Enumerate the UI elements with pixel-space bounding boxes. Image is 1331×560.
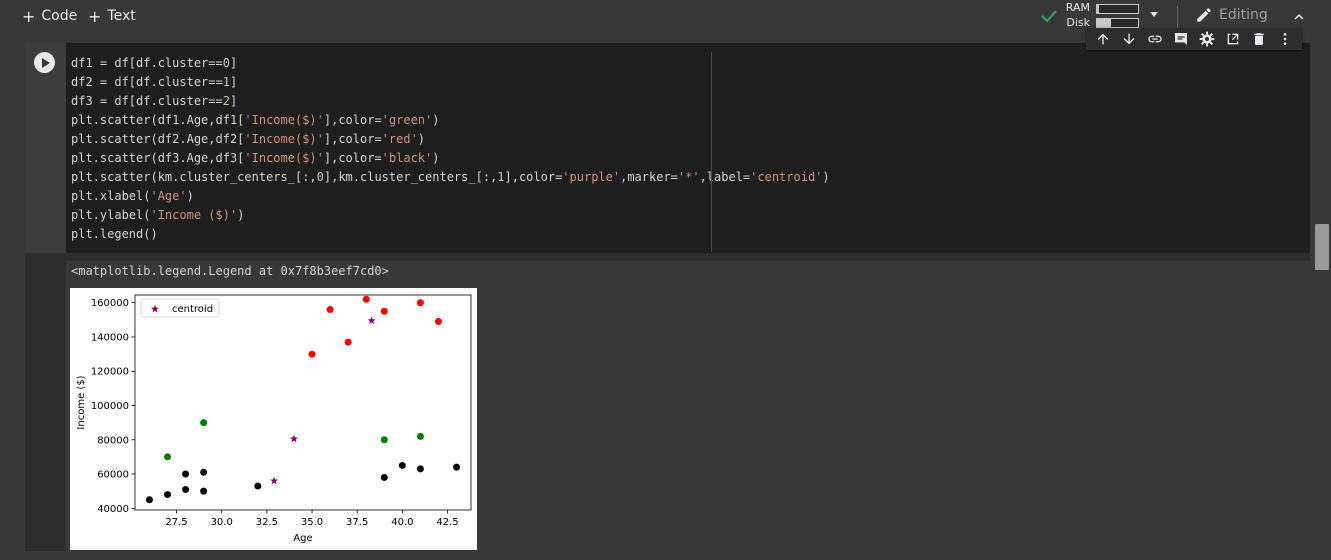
x-tick-label: 42.5 (436, 517, 458, 528)
data-point (453, 463, 461, 471)
more-options-icon[interactable] (1276, 30, 1294, 48)
gear-icon[interactable] (1198, 30, 1216, 48)
code-text[interactable]: df1 = df[df.cluster==0] df2 = df[df.clust… (71, 54, 830, 244)
code-editor[interactable]: df1 = df[df.cluster==0] df2 = df[df.clust… (66, 43, 1310, 253)
add-code-button[interactable]: + Code (22, 5, 77, 27)
data-point (380, 307, 388, 315)
y-tick-label: 160000 (91, 298, 129, 309)
x-axis-label: Age (293, 533, 312, 544)
resources-dropdown-icon[interactable] (1150, 12, 1158, 17)
vertical-scrollbar[interactable] (1313, 34, 1331, 560)
data-point (344, 338, 352, 346)
mirror-cell-icon[interactable] (1224, 30, 1242, 48)
y-tick-label: 40000 (97, 504, 129, 515)
connected-check-icon (1041, 10, 1057, 23)
code-line: df2 = df[df.cluster==1] (71, 75, 238, 89)
y-tick-label: 60000 (97, 470, 129, 481)
add-text-label: Text (107, 8, 136, 24)
code-line: plt.scatter(df3.Age,df3['Income($)'],col… (71, 151, 440, 165)
code-line: plt.ylabel('Income ($)') (71, 208, 245, 222)
data-point (416, 299, 424, 307)
y-tick-label: 80000 (97, 435, 129, 446)
code-line: plt.legend() (71, 227, 158, 241)
x-tick-label: 32.5 (256, 517, 278, 528)
x-tick-label: 35.0 (301, 517, 323, 528)
move-down-icon[interactable] (1120, 30, 1138, 48)
y-tick-label: 140000 (91, 332, 129, 343)
data-point (182, 470, 190, 478)
y-axis-label: Income ($) (76, 375, 87, 429)
editing-mode-button[interactable]: Editing (1195, 6, 1268, 24)
divider (1177, 6, 1178, 28)
cell-gutter (25, 43, 66, 253)
data-point (200, 487, 208, 495)
y-tick-label: 120000 (91, 367, 129, 378)
plus-icon: + (88, 6, 102, 26)
disk-usage-bar (1096, 18, 1139, 28)
link-icon[interactable] (1146, 30, 1164, 48)
code-line: plt.scatter(df2.Age,df2['Income($)'],col… (71, 132, 426, 146)
legend-label: centroid (172, 304, 213, 315)
data-point (380, 473, 388, 481)
code-line: plt.scatter(df1.Age,df1['Income($)'],col… (71, 113, 440, 127)
code-line: plt.xlabel('Age') (71, 189, 194, 203)
data-point (254, 482, 262, 490)
data-point (326, 306, 334, 314)
editing-label: Editing (1219, 7, 1268, 23)
cell-toolbar (1086, 28, 1302, 50)
notebook-area: df1 = df[df.cluster==0] df2 = df[df.clust… (0, 28, 1331, 560)
code-line: df1 = df[df.cluster==0] (71, 56, 238, 70)
x-tick-label: 30.0 (211, 517, 233, 528)
add-text-button[interactable]: + Text (88, 5, 136, 27)
x-tick-label: 40.0 (391, 517, 413, 528)
ram-usage-bar (1096, 4, 1139, 14)
scrollbar-thumb[interactable] (1315, 224, 1329, 270)
run-cell-button[interactable] (34, 52, 55, 73)
x-tick-label: 37.5 (346, 517, 368, 528)
data-point (398, 461, 406, 469)
output-text: <matplotlib.legend.Legend at 0x7f8b3eef7… (71, 264, 389, 278)
cell-output: <matplotlib.legend.Legend at 0x7f8b3eef7… (66, 261, 1310, 551)
scatter-chart: 27.5 30.0 32.5 35.0 37.5 40.0 42.5 40000 60000 80… (76, 294, 472, 544)
data-point (416, 432, 424, 440)
line-length-ruler (711, 52, 712, 252)
data-point (308, 350, 316, 358)
data-point (182, 485, 190, 493)
data-point (164, 491, 172, 499)
scatter-plot: 27.5 30.0 32.5 35.0 37.5 40.0 42.5 40000 60000 80… (70, 288, 477, 550)
code-line: df3 = df[df.cluster==2] (71, 94, 238, 108)
pencil-icon (1197, 8, 1211, 22)
resources-indicator[interactable]: RAM Disk (1040, 1, 1160, 31)
x-tick-label: 27.5 (165, 517, 187, 528)
plot-area (134, 294, 472, 511)
code-line: plt.scatter(km.cluster_centers_[:,0],km.… (71, 170, 830, 184)
y-tick-label: 100000 (91, 401, 129, 412)
delete-icon[interactable] (1250, 30, 1268, 48)
data-point (416, 465, 424, 473)
data-point (434, 318, 442, 326)
data-point (200, 419, 208, 427)
move-up-icon[interactable] (1094, 30, 1112, 48)
ram-label: RAM (1065, 1, 1090, 14)
plus-icon: + (22, 6, 36, 26)
comment-icon[interactable] (1172, 30, 1190, 48)
data-point (200, 468, 208, 476)
collapse-header-icon[interactable] (1290, 8, 1308, 26)
data-point (380, 436, 388, 444)
data-point (164, 453, 172, 461)
code-cell[interactable]: df1 = df[df.cluster==0] df2 = df[df.clust… (25, 43, 1310, 551)
data-point (362, 295, 370, 303)
data-point (145, 496, 153, 504)
add-code-label: Code (41, 8, 78, 24)
